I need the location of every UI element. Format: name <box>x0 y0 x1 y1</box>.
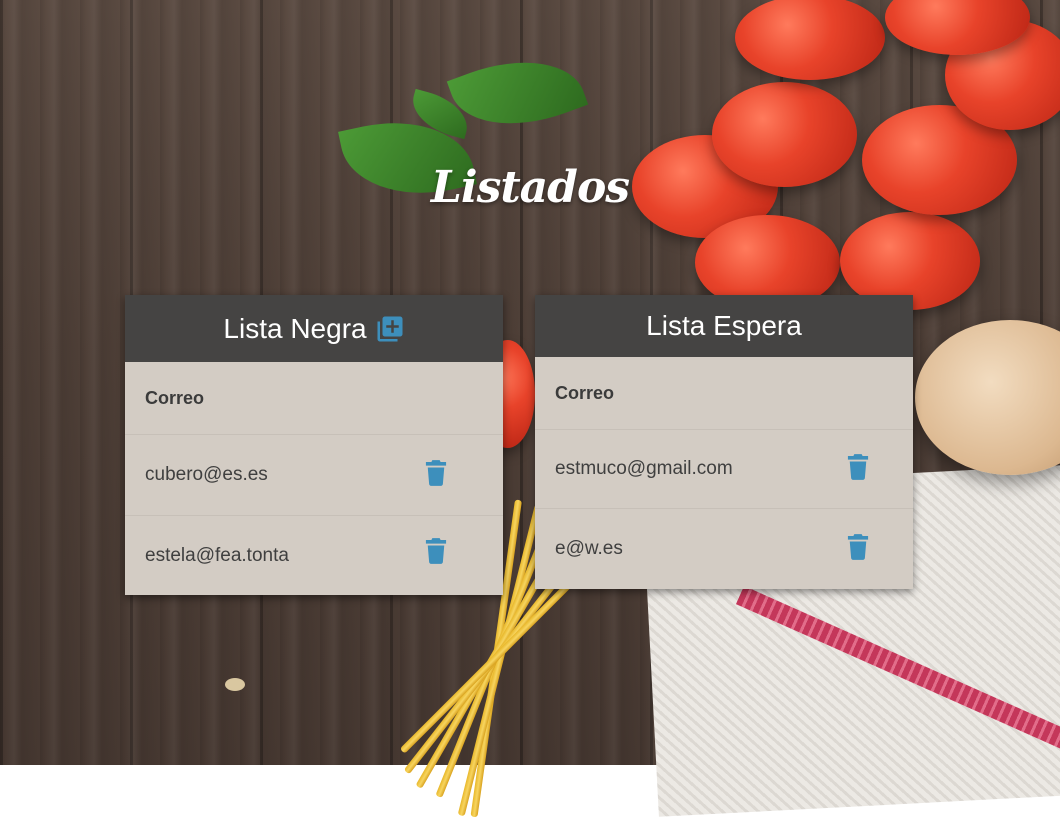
email-cell: e@w.es <box>555 538 623 559</box>
table-row: e@w.es <box>535 508 913 589</box>
table-row: estmuco@gmail.com <box>535 429 913 508</box>
basil-leaf <box>446 38 589 148</box>
page-title: Listados <box>430 162 630 213</box>
lista-espera-table: Correo estmuco@gmail.com e@w.es <box>535 357 913 589</box>
wooden-spoon-decoration <box>915 320 1060 475</box>
seed-decoration <box>225 678 245 691</box>
email-cell: estela@fea.tonta <box>145 545 289 566</box>
lista-espera-title: Lista Espera <box>646 310 802 341</box>
table-header-row: Correo <box>125 362 503 434</box>
lista-espera-header: Lista Espera <box>535 295 913 357</box>
trash-icon[interactable] <box>847 454 869 480</box>
trash-icon[interactable] <box>425 538 447 564</box>
column-header-correo: Correo <box>145 387 205 408</box>
lista-negra-title: Lista Negra <box>223 312 367 344</box>
table-header-row: Correo <box>535 357 913 429</box>
email-cell: cubero@es.es <box>145 464 268 485</box>
trash-icon[interactable] <box>847 534 869 560</box>
table-row: cubero@es.es <box>125 434 503 515</box>
table-row: estela@fea.tonta <box>125 515 503 596</box>
lista-negra-card: Lista Negra Correo cubero@es.es estela@f… <box>125 295 503 595</box>
column-header-correo: Correo <box>555 382 615 403</box>
tomato <box>735 0 885 80</box>
library-add-icon[interactable] <box>375 314 405 344</box>
trash-icon[interactable] <box>425 460 447 486</box>
lista-espera-card: Lista Espera Correo estmuco@gmail.com e@… <box>535 295 913 589</box>
lista-negra-header: Lista Negra <box>125 295 503 362</box>
email-cell: estmuco@gmail.com <box>555 458 733 479</box>
lista-negra-table: Correo cubero@es.es estela@fea.tonta <box>125 362 503 596</box>
